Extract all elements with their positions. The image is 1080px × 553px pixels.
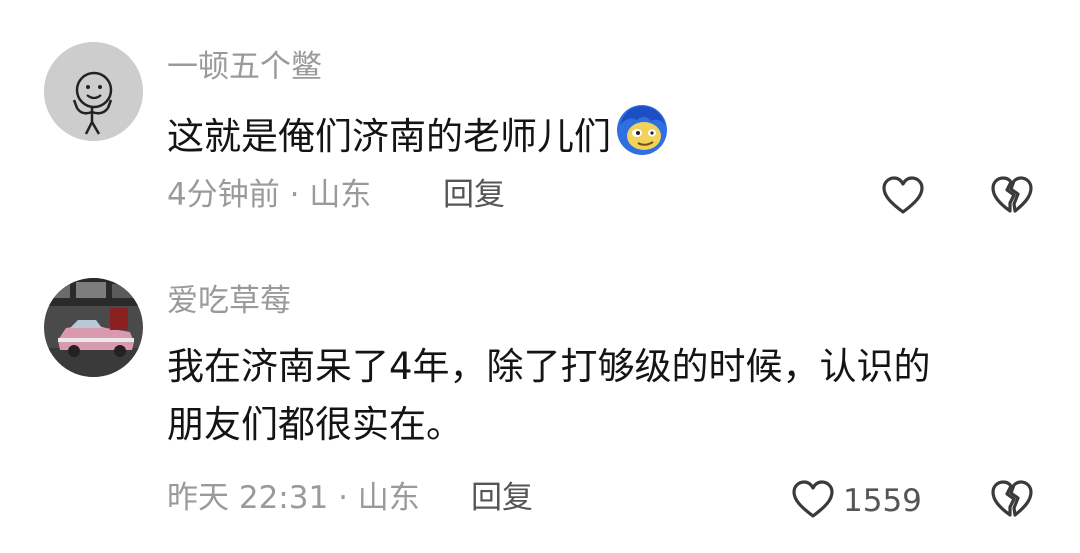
comment-list: 一顿五个鳖 这就是俺们济南的老师儿们 4分钟前 · 山东 回复 爱吃草莓 我在济… [0,0,1080,553]
comment-location: 山东 [309,177,372,213]
avatar[interactable] [44,278,143,377]
dislike-button[interactable] [990,175,1034,219]
like-count: 1559 [843,482,922,519]
dislike-button[interactable] [990,479,1034,523]
meta-separator: · [289,177,300,213]
comment-time: 4分钟前 [167,177,280,213]
reply-button[interactable]: 回复 [443,180,505,211]
doodle-face-avatar-image [44,42,143,141]
blue-hair-face-emoji-icon [615,103,669,174]
broken-heart-icon [990,176,1034,219]
comment-text-line: 我在济南呆了4年，除了打够级的时候，认识的 [167,345,931,388]
comment-username[interactable]: 一顿五个鳖 [167,52,322,83]
comment-item: 一顿五个鳖 这就是俺们济南的老师儿们 4分钟前 · 山东 回复 [0,0,1080,250]
like-button[interactable]: 1559 [791,479,922,523]
reply-button[interactable]: 回复 [471,483,533,514]
comment-text: 我在济南呆了4年，除了打够级的时候，认识的 朋友们都很实在。 [167,338,931,454]
heart-outline-icon [881,175,925,219]
heart-outline-icon [791,479,835,523]
comment-text-line: 这就是俺们济南的老师儿们 [167,115,611,158]
comment-text-line: 朋友们都很实在。 [167,403,463,446]
avatar[interactable] [44,42,143,141]
comment-meta: 昨天 22:31 · 山东 [167,483,420,514]
comment-time: 昨天 22:31 [167,480,329,516]
car-photo-avatar-image [44,278,143,377]
comment-item: 爱吃草莓 我在济南呆了4年，除了打够级的时候，认识的 朋友们都很实在。 昨天 2… [0,250,1080,553]
comment-username[interactable]: 爱吃草莓 [167,286,291,317]
comment-location: 山东 [357,480,420,516]
meta-separator: · [338,480,348,516]
comment-meta: 4分钟前 · 山东 [167,180,371,211]
like-button[interactable] [881,175,933,219]
comment-text: 这就是俺们济南的老师儿们 [167,103,669,174]
broken-heart-icon [990,480,1034,523]
